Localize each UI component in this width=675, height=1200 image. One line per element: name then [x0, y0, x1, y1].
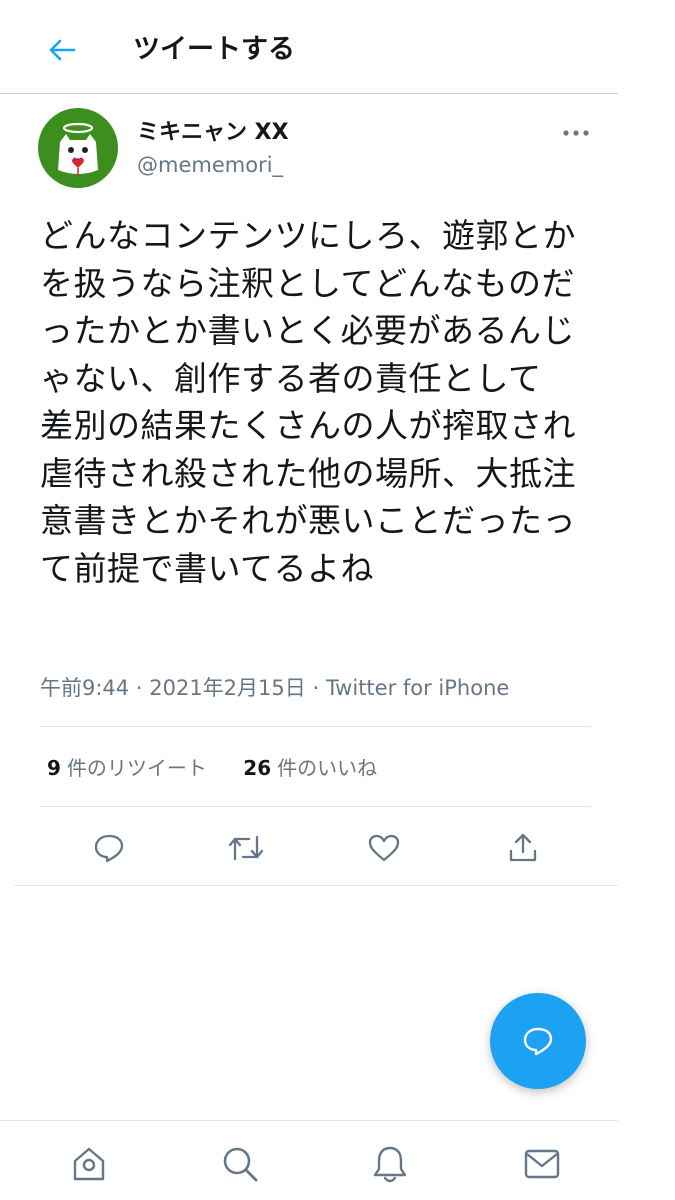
- tweet-time: 午前9:44: [40, 676, 130, 700]
- search-icon: [221, 1145, 259, 1183]
- tweet-stats: 9 件のリツイート 26 件のいいね: [47, 752, 407, 784]
- divider: [40, 726, 591, 727]
- meta-separator: ·: [312, 676, 320, 700]
- retweets-stat[interactable]: 9 件のリツイート: [47, 756, 207, 780]
- divider: [14, 885, 618, 886]
- like-button[interactable]: [360, 826, 408, 870]
- messages-envelope-icon: [522, 1147, 562, 1181]
- likes-stat[interactable]: 26 件のいいね: [243, 756, 377, 780]
- reply-fab-button[interactable]: [490, 993, 586, 1089]
- tab-notifications[interactable]: [366, 1140, 414, 1188]
- tab-search[interactable]: [216, 1140, 264, 1188]
- avatar[interactable]: [38, 108, 118, 188]
- tweet-date: 2021年2月15日: [149, 676, 306, 700]
- tab-home[interactable]: [65, 1140, 113, 1188]
- top-nav-bar: ツイートする: [0, 0, 618, 94]
- author-display-name[interactable]: ミキニャン XX: [137, 118, 289, 148]
- divider: [40, 806, 591, 807]
- page-title: ツイートする: [133, 34, 295, 65]
- retweets-label: 件のリツイート: [66, 756, 207, 780]
- home-icon: [69, 1145, 109, 1183]
- more-dots-icon: [563, 130, 589, 136]
- likes-count: 26: [243, 756, 272, 780]
- tab-messages[interactable]: [518, 1140, 566, 1188]
- cat-angel-avatar-image: [38, 108, 118, 188]
- retweet-button[interactable]: [222, 826, 270, 870]
- author-handle[interactable]: @mememori_: [137, 150, 283, 180]
- share-icon: [507, 832, 539, 864]
- tweet-timestamp: 午前9:44 · 2021年2月15日 · Twitter for iPhone: [40, 673, 509, 703]
- reply-icon: [93, 833, 125, 863]
- like-heart-icon: [367, 833, 401, 863]
- meta-separator: ·: [135, 676, 143, 700]
- arrow-left-icon: [48, 38, 76, 62]
- tweet-text: どんなコンテンツにしろ、遊郭とかを扱うなら注釈としてどんなものだったかとか書いと…: [40, 216, 576, 588]
- notifications-bell-icon: [371, 1144, 409, 1184]
- share-button[interactable]: [499, 826, 547, 870]
- likes-label: 件のいいね: [277, 756, 378, 780]
- reply-button[interactable]: [85, 826, 133, 870]
- retweets-count: 9: [47, 756, 61, 780]
- more-options-button[interactable]: [556, 118, 596, 148]
- tweet-detail-screen: ツイートする ミキニャン XX @mememori_ どんなコンテンツにしろ、遊…: [0, 0, 618, 1200]
- retweet-icon: [227, 833, 265, 863]
- reply-compose-icon: [522, 1026, 554, 1056]
- tweet-source-link[interactable]: Twitter for iPhone: [326, 676, 510, 700]
- back-button[interactable]: [40, 30, 84, 70]
